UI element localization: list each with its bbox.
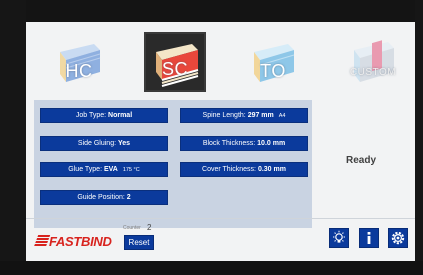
side-gluing-field[interactable]: Side Gluing: Yes <box>40 136 168 151</box>
cover-thickness-field[interactable]: Cover Thickness: 0.30 mm <box>180 162 308 177</box>
job-type-value: Normal <box>108 112 133 119</box>
footer-divider <box>26 218 415 219</box>
cover-thickness-label: Cover Thickness: <box>202 166 256 173</box>
mode-label: TO <box>260 61 286 81</box>
machine-status: Ready <box>345 155 376 166</box>
bezel-top <box>0 0 423 22</box>
job-type-label: Job Type: <box>75 112 107 119</box>
glue-temperature: 175 °C <box>122 167 140 173</box>
block-thickness-label: Block Thickness: <box>202 140 256 147</box>
mode-label: HC <box>65 61 93 81</box>
block-thickness-field[interactable]: Block Thickness: 10.0 mm <box>180 136 308 151</box>
cover-thickness-value: 0.30 mm <box>257 166 286 173</box>
paper-format: A4 <box>278 113 286 119</box>
counter-value: 2 <box>147 223 152 232</box>
bezel-right <box>415 0 423 275</box>
brand-name: FASTBIND <box>49 234 112 249</box>
mode-tile-custom[interactable]: CUSTOM <box>342 32 404 92</box>
settings-gear-icon <box>391 231 405 245</box>
mode-tile-hc[interactable]: HC <box>48 32 110 92</box>
spine-length-label: Spine Length: <box>202 112 246 119</box>
book-block-icon <box>354 40 394 82</box>
reset-button[interactable]: Reset <box>124 235 154 250</box>
info-button[interactable] <box>359 228 379 248</box>
side-gluing-value: Yes <box>118 140 131 147</box>
job-type-field[interactable]: Job Type: Normal <box>40 108 168 123</box>
guide-position-label: Guide Position: <box>77 194 125 201</box>
side-gluing-label: Side Gluing: <box>77 140 117 147</box>
bezel-left <box>0 0 26 275</box>
bezel-bottom <box>0 261 423 275</box>
mode-tile-sc[interactable]: SC <box>144 32 206 92</box>
spine-length-value: 297 mm <box>247 112 274 119</box>
spine-length-field[interactable]: Spine Length: 297 mm A4 <box>180 108 308 123</box>
info-icon <box>367 232 371 244</box>
mode-label: SC <box>161 59 188 79</box>
mode-label: CUSTOM <box>349 67 397 78</box>
guide-position-field[interactable]: Guide Position: 2 <box>40 190 168 205</box>
settings-button[interactable] <box>388 228 408 248</box>
logo-mark <box>33 235 51 247</box>
glue-type-value: EVA <box>103 166 118 173</box>
glue-type-label: Glue Type: <box>68 166 103 173</box>
guide-position-value: 2 <box>126 194 131 201</box>
mode-tile-to[interactable]: TO <box>242 32 304 92</box>
brand-logo: FASTBIND <box>33 234 112 249</box>
block-thickness-value: 10.0 mm <box>257 140 286 147</box>
glue-type-field[interactable]: Glue Type: EVA 175 °C <box>40 162 168 177</box>
lightbulb-icon <box>333 230 345 243</box>
settings-panel: Job Type: Normal Side Gluing: Yes Glue T… <box>34 100 312 228</box>
counter-label: Counter <box>123 225 141 231</box>
lightbulb-button[interactable] <box>329 228 349 248</box>
touch-screen: HC SC TO CUSTOM Job Type: Normal Side Gl… <box>26 22 415 261</box>
